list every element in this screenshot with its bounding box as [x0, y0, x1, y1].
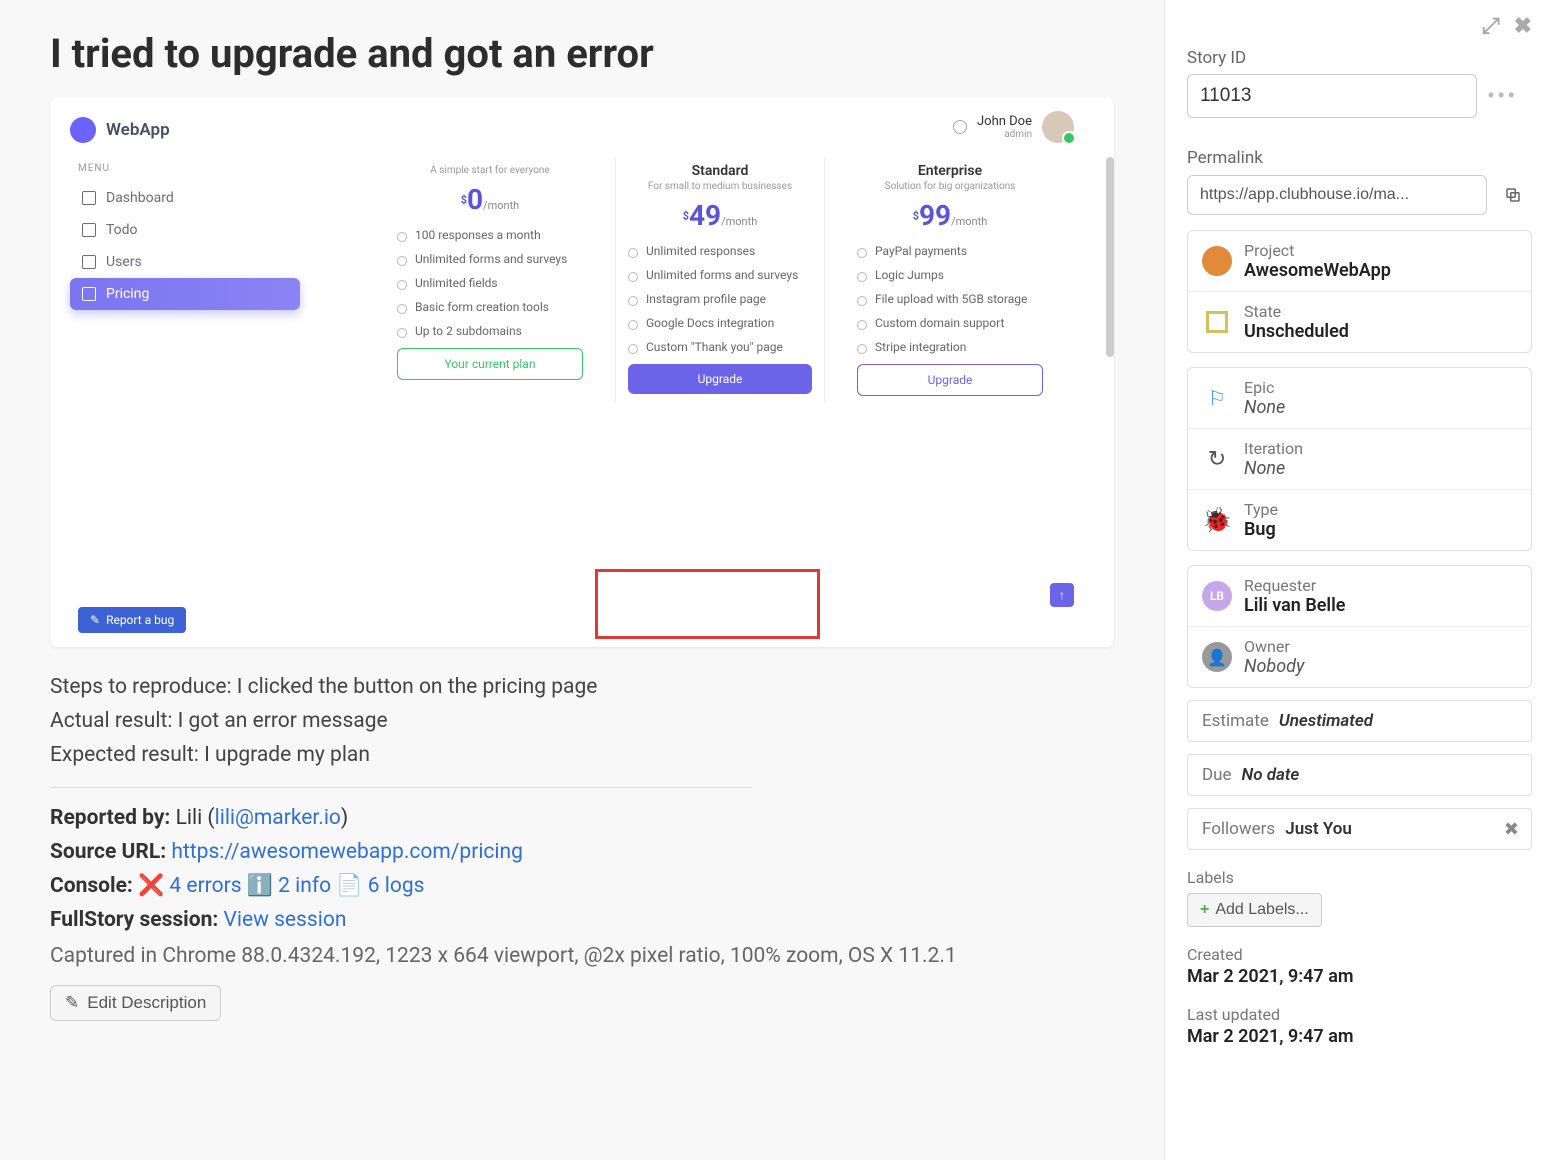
created-label: Created — [1187, 945, 1532, 964]
screenshot-attachment[interactable]: WebApp MENU Dashboard Todo Users Pricing… — [50, 97, 1114, 647]
menu-users: Users — [70, 246, 300, 278]
iteration-icon: ↻ — [1202, 444, 1232, 474]
plan-enterprise: Enterprise Solution for big organization… — [845, 157, 1055, 402]
plan-basic: A simple start for everyone $0/month 100… — [385, 157, 595, 402]
expected-result: Expected result: I upgrade my plan — [50, 743, 1114, 767]
app-logo-icon — [70, 117, 96, 143]
created-value: Mar 2 2021, 9:47 am — [1187, 966, 1532, 987]
check-icon — [82, 223, 96, 237]
menu-todo: Todo — [70, 214, 300, 246]
annotation-highlight — [595, 569, 820, 639]
owner-row[interactable]: 👤 Owner Nobody — [1188, 627, 1531, 687]
reporter-email-link[interactable]: lili@marker.io — [215, 806, 341, 830]
console-logs-link[interactable]: 6 logs — [368, 874, 425, 898]
description: Steps to reproduce: I clicked the button… — [50, 675, 1114, 767]
project-row[interactable]: Project AwesomeWebApp — [1188, 231, 1531, 292]
actual-result: Actual result: I got an error message — [50, 709, 1114, 733]
upgrade-button-enterprise: Upgrade — [857, 364, 1043, 396]
permalink-input[interactable] — [1187, 175, 1487, 215]
due-row[interactable]: Due No date — [1187, 754, 1532, 796]
state-icon — [1202, 307, 1232, 337]
app-name: WebApp — [106, 120, 170, 140]
edit-description-button[interactable]: ✎ Edit Description — [50, 985, 221, 1021]
menu-pricing: Pricing — [70, 278, 300, 310]
permalink-label: Permalink — [1187, 148, 1532, 168]
dark-mode-icon — [953, 120, 967, 134]
sidebar-panel: ⤢ ✖ Story ID ••• Permalink Project Aweso… — [1164, 0, 1554, 1160]
price: $0/month — [397, 186, 583, 214]
iteration-row[interactable]: ↻ Iteration None — [1188, 429, 1531, 490]
current-plan-button: Your current plan — [397, 348, 583, 380]
console-info: Console: ❌ 4 errors ℹ️ 2 info 📄 6 logs — [50, 874, 1114, 898]
captured-info: Captured in Chrome 88.0.4324.192, 1223 x… — [50, 942, 1000, 971]
divider — [50, 787, 752, 788]
source-url-link[interactable]: https://awesomewebapp.com/pricing — [171, 840, 523, 864]
flag-icon: ⚐ — [1202, 383, 1232, 413]
remove-follower-icon[interactable]: ✖ — [1504, 819, 1519, 840]
type-row[interactable]: 🐞 Type Bug — [1188, 490, 1531, 550]
people-card: LB Requester Lili van Belle 👤 Owner Nobo… — [1187, 565, 1532, 688]
shot-scrollbar — [1106, 157, 1114, 357]
plus-icon: + — [1200, 901, 1209, 919]
shot-logo: WebApp — [70, 117, 300, 143]
project-icon — [1202, 246, 1232, 276]
updated-label: Last updated — [1187, 1005, 1532, 1024]
state-row[interactable]: State Unscheduled — [1188, 292, 1531, 352]
shot-user: John Doe admin — [977, 114, 1032, 140]
epic-iteration-type-card: ⚐ Epic None ↻ Iteration None 🐞 Type Bug — [1187, 367, 1532, 551]
story-title[interactable]: I tried to upgrade and got an error — [50, 30, 1114, 77]
requester-avatar: LB — [1202, 581, 1232, 611]
source-url: Source URL: https://awesomewebapp.com/pr… — [50, 840, 1114, 864]
log-icon: 📄 — [336, 874, 362, 898]
edit-icon: ✎ — [90, 613, 100, 627]
main-content: I tried to upgrade and got an error WebA… — [0, 0, 1164, 1160]
project-state-card: Project AwesomeWebApp State Unscheduled — [1187, 230, 1532, 353]
scroll-top-button: ↑ — [1050, 583, 1074, 607]
requester-row[interactable]: LB Requester Lili van Belle — [1188, 566, 1531, 627]
home-icon — [82, 191, 96, 205]
epic-row[interactable]: ⚐ Epic None — [1188, 368, 1531, 429]
plan-standard: Standard For small to medium businesses … — [615, 157, 825, 402]
avatar — [1042, 111, 1074, 143]
add-labels-button[interactable]: + Add Labels... — [1187, 893, 1322, 927]
labels-heading: Labels — [1187, 868, 1532, 887]
menu-dashboard: Dashboard — [70, 182, 300, 214]
console-errors-link[interactable]: 4 errors — [169, 874, 241, 898]
expand-icon[interactable]: ⤢ — [1482, 14, 1500, 39]
shot-plans: A simple start for everyone $0/month 100… — [385, 157, 1094, 402]
story-id-label: Story ID — [1187, 48, 1532, 68]
owner-icon: 👤 — [1202, 642, 1232, 672]
user-icon — [82, 255, 96, 269]
more-icon[interactable]: ••• — [1487, 82, 1517, 110]
shot-header: John Doe admin — [320, 97, 1114, 157]
info-icon: ℹ️ — [247, 874, 273, 898]
story-id-input[interactable] — [1187, 74, 1477, 118]
shot-sidebar: WebApp MENU Dashboard Todo Users Pricing — [50, 97, 320, 647]
bug-icon: 🐞 — [1202, 505, 1232, 535]
close-icon[interactable]: ✖ — [1514, 14, 1532, 39]
report-bug-button: ✎ Report a bug — [78, 607, 186, 633]
pencil-icon: ✎ — [65, 993, 79, 1013]
steps-to-reproduce: Steps to reproduce: I clicked the button… — [50, 675, 1114, 699]
fullstory-link[interactable]: View session — [223, 908, 346, 932]
followers-row[interactable]: Followers Just You ✖ — [1187, 808, 1532, 850]
console-info-link[interactable]: 2 info — [278, 874, 331, 898]
error-icon: ❌ — [138, 874, 164, 898]
upgrade-button-standard: Upgrade — [628, 364, 812, 394]
copy-icon[interactable] — [1495, 174, 1531, 216]
estimate-row[interactable]: Estimate Unestimated — [1187, 700, 1532, 742]
fullstory: FullStory session: View session — [50, 908, 1114, 932]
card-icon — [82, 287, 96, 301]
menu-heading: MENU — [78, 163, 300, 174]
reported-by: Reported by: Lili (lili@marker.io) — [50, 806, 1114, 830]
updated-value: Mar 2 2021, 9:47 am — [1187, 1026, 1532, 1047]
